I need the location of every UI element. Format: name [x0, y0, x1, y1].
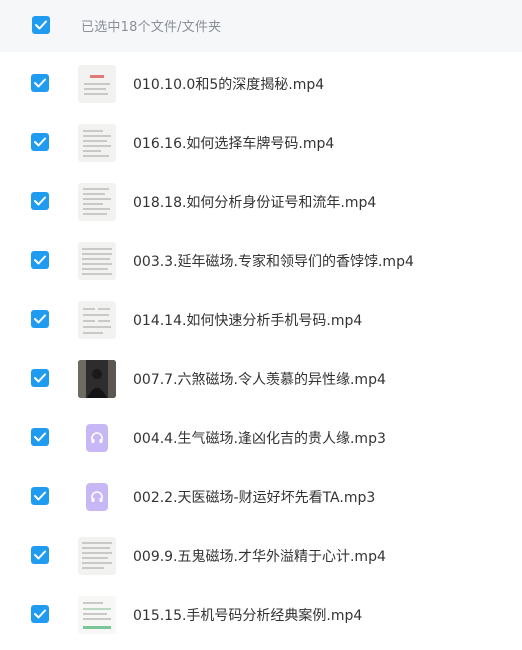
file-checkbox[interactable]: [31, 546, 49, 564]
file-name[interactable]: 007.7.六煞磁场.令人羡慕的异性缘.mp4: [133, 349, 386, 408]
file-name[interactable]: 003.3.延年磁场.专家和领导们的香饽饽.mp4: [133, 231, 414, 290]
file-checkbox[interactable]: [31, 310, 49, 328]
file-name[interactable]: 009.9.五鬼磁场.才华外溢精于心计.mp4: [133, 526, 386, 585]
video-thumbnail: [78, 360, 116, 398]
video-thumbnail: [78, 65, 116, 103]
checkmark-icon: [34, 550, 46, 560]
file-name[interactable]: 002.2.天医磁场-财运好坏先看TA.mp3: [133, 467, 375, 526]
file-row[interactable]: 004.4.生气磁场.逢凶化吉的贵人缘.mp3: [0, 408, 522, 467]
file-checkbox[interactable]: [31, 133, 49, 151]
file-row[interactable]: 014.14.如何快速分析手机号码.mp4: [0, 290, 522, 349]
checkmark-icon: [34, 609, 46, 619]
checkmark-icon: [35, 20, 47, 30]
file-row[interactable]: 009.9.五鬼磁场.才华外溢精于心计.mp4: [0, 526, 522, 585]
checkmark-icon: [34, 373, 46, 383]
file-checkbox[interactable]: [31, 487, 49, 505]
checkmark-icon: [34, 255, 46, 265]
headphones-icon: [91, 491, 103, 502]
file-row[interactable]: 003.3.延年磁场.专家和领导们的香饽饽.mp4: [0, 231, 522, 290]
file-checkbox[interactable]: [31, 251, 49, 269]
file-checkbox[interactable]: [31, 74, 49, 92]
file-name[interactable]: 018.18.如何分析身份证号和流年.mp4: [133, 172, 376, 231]
file-checkbox[interactable]: [31, 369, 49, 387]
video-thumbnail: [78, 537, 116, 575]
video-thumbnail: [78, 183, 116, 221]
checkmark-icon: [34, 137, 46, 147]
selection-header: 已选中18个文件/文件夹: [0, 0, 522, 52]
checkmark-icon: [34, 491, 46, 501]
file-name[interactable]: 004.4.生气磁场.逢凶化吉的贵人缘.mp3: [133, 408, 386, 467]
video-thumbnail: [78, 596, 116, 634]
audio-file-icon: [78, 419, 116, 457]
video-thumbnail: [78, 301, 116, 339]
file-row[interactable]: 007.7.六煞磁场.令人羡慕的异性缘.mp4: [0, 349, 522, 408]
file-checkbox[interactable]: [31, 192, 49, 210]
file-row[interactable]: 016.16.如何选择车牌号码.mp4: [0, 113, 522, 172]
checkmark-icon: [34, 432, 46, 442]
headphones-icon: [91, 432, 103, 443]
checkmark-icon: [34, 78, 46, 88]
file-row[interactable]: 015.15.手机号码分析经典案例.mp4: [0, 585, 522, 644]
audio-file-icon: [78, 478, 116, 516]
file-checkbox[interactable]: [31, 428, 49, 446]
file-row[interactable]: 018.18.如何分析身份证号和流年.mp4: [0, 172, 522, 231]
video-thumbnail: [78, 242, 116, 280]
checkmark-icon: [34, 314, 46, 324]
checkmark-icon: [34, 196, 46, 206]
file-name[interactable]: 015.15.手机号码分析经典案例.mp4: [133, 585, 362, 644]
video-thumbnail: [78, 124, 116, 162]
file-checkbox[interactable]: [31, 605, 49, 623]
file-row[interactable]: 010.10.0和5的深度揭秘.mp4: [0, 54, 522, 113]
file-name[interactable]: 010.10.0和5的深度揭秘.mp4: [133, 54, 324, 113]
file-name[interactable]: 014.14.如何快速分析手机号码.mp4: [133, 290, 362, 349]
file-name[interactable]: 016.16.如何选择车牌号码.mp4: [133, 113, 334, 172]
file-row[interactable]: 002.2.天医磁场-财运好坏先看TA.mp3: [0, 467, 522, 526]
select-all-checkbox[interactable]: [32, 16, 50, 34]
selection-count-label: 已选中18个文件/文件夹: [81, 20, 222, 35]
